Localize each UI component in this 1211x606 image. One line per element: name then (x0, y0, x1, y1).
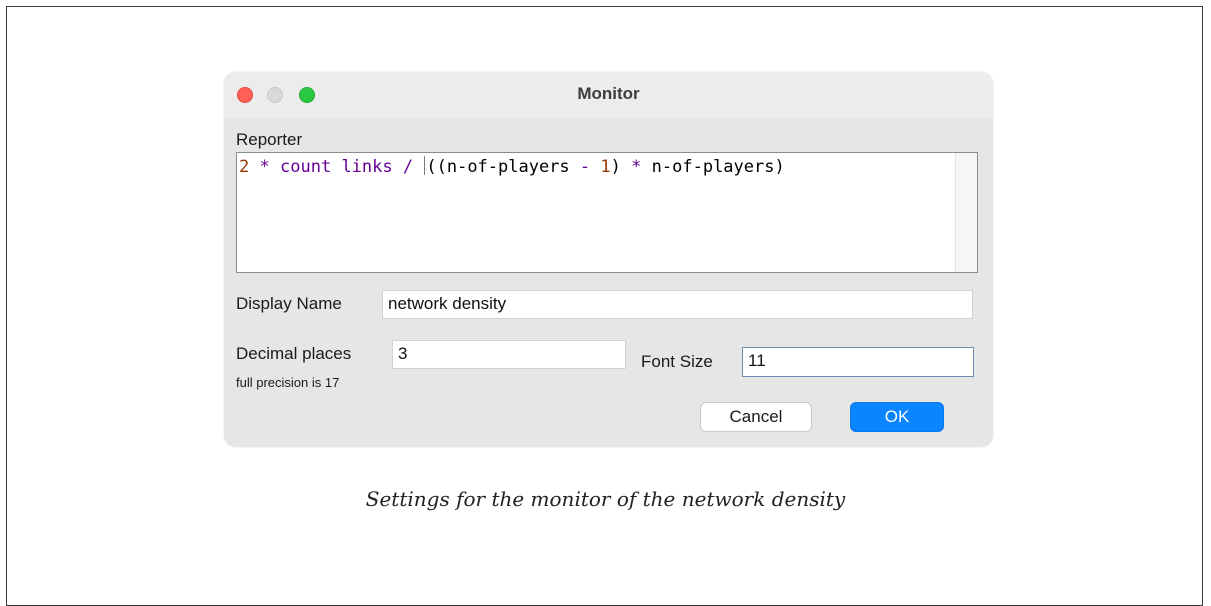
reporter-editor[interactable]: 2 * count links / ((n-of-players - 1) * … (236, 152, 978, 273)
font-size-input[interactable]: 11 (742, 347, 974, 377)
reporter-token: 1 (600, 157, 611, 177)
reporter-token: / (402, 157, 414, 177)
font-size-label: Font Size (641, 352, 713, 371)
reporter-token (413, 157, 423, 177)
cancel-button[interactable]: Cancel (700, 402, 812, 432)
reporter-token (590, 157, 600, 177)
reporter-code[interactable]: 2 * count links / ((n-of-players - 1) * … (239, 156, 785, 177)
title-bar: Monitor (224, 72, 993, 118)
reporter-token: 2 (239, 157, 250, 177)
reporter-token: ((n-of-players (426, 157, 570, 177)
reporter-token: links (341, 157, 393, 177)
reporter-token (393, 157, 403, 177)
reporter-token (270, 157, 280, 177)
reporter-token: * (259, 157, 270, 177)
reporter-token (331, 157, 341, 177)
decimal-places-input[interactable]: 3 (392, 340, 626, 369)
reporter-scrollbar[interactable] (955, 153, 977, 272)
reporter-label: Reporter (236, 130, 303, 149)
reporter-token: - (579, 157, 591, 177)
reporter-token (249, 157, 259, 177)
reporter-token: * (631, 157, 642, 177)
ok-button[interactable]: OK (850, 402, 944, 432)
reporter-token (621, 157, 631, 177)
dialog-title: Monitor (577, 84, 640, 103)
figure-caption: Settings for the monitor of the network … (365, 487, 846, 511)
display-name-input[interactable]: network density (382, 290, 973, 319)
precision-hint: full precision is 17 (236, 375, 340, 390)
monitor-dialog: Monitor Reporter 2 * count links / ((n-o… (224, 72, 993, 447)
decimal-places-label: Decimal places (236, 344, 352, 363)
reporter-token: count (280, 157, 332, 177)
reporter-token (570, 157, 580, 177)
reporter-token: n-of-players) (641, 157, 785, 177)
reporter-token: ) (610, 157, 621, 177)
display-name-label: Display Name (236, 294, 342, 313)
